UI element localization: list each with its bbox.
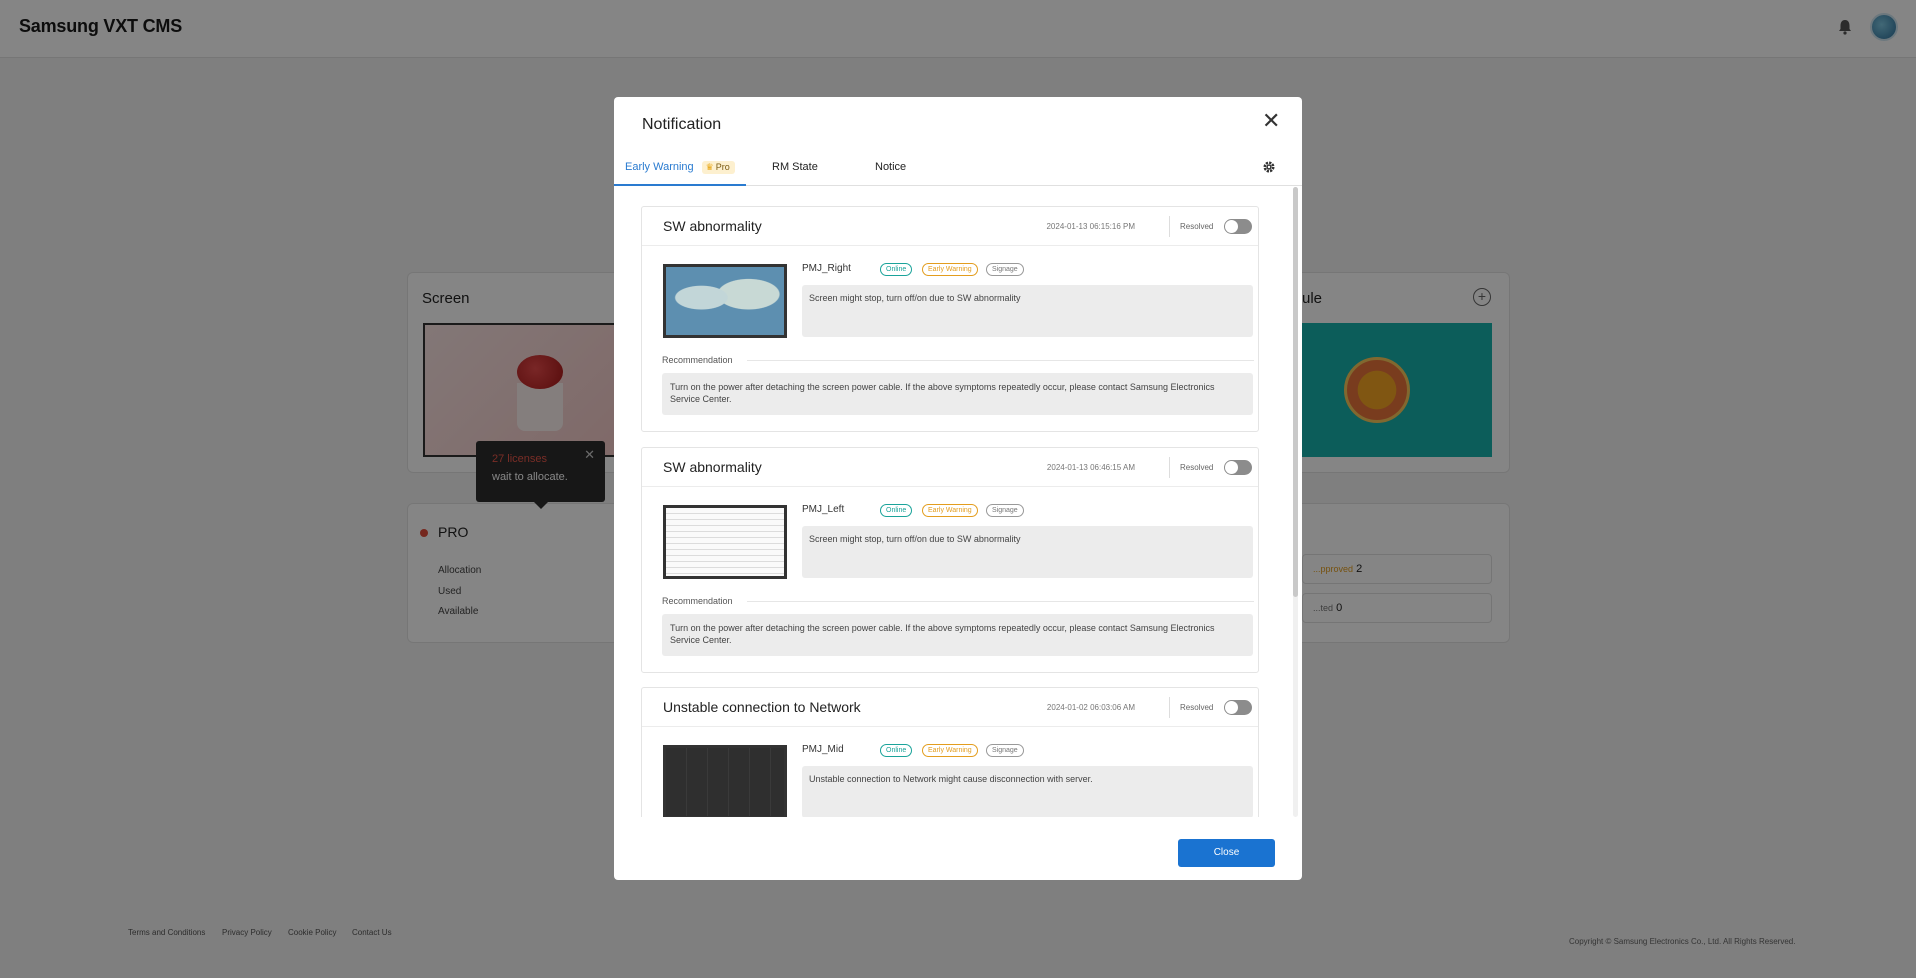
device-name: PMJ_Left [802, 504, 845, 515]
scrollbar[interactable] [1293, 187, 1298, 817]
resolved-label: Resolved [1180, 463, 1214, 472]
resolved-toggle[interactable] [1224, 700, 1252, 715]
warning-title: SW abnormality [663, 459, 762, 475]
toggle-knob [1225, 701, 1238, 714]
resolved-toggle[interactable] [1224, 219, 1252, 234]
warning-list[interactable]: SW abnormality 2024-01-13 06:15:16 PM Re… [641, 206, 1264, 817]
early-warning-tag: Early Warning [922, 504, 978, 517]
warning-card: SW abnormality 2024-01-13 06:46:15 AM Re… [641, 447, 1259, 673]
pro-badge: ♛ Pro [701, 161, 735, 174]
warning-message: Screen might stop, turn off/on due to SW… [802, 526, 1253, 578]
warning-title: SW abnormality [663, 218, 762, 234]
warning-date: 2024-01-02 06:03:06 AM [1046, 703, 1135, 712]
gear-icon[interactable] [1262, 160, 1276, 174]
scrollbar-thumb[interactable] [1293, 187, 1298, 597]
device-screenshot[interactable] [663, 264, 787, 338]
divider [747, 360, 1254, 361]
crown-icon: ♛ [705, 162, 714, 172]
signage-tag: Signage [986, 263, 1024, 276]
notification-tabs: Early Warning ♛ Pro RM State Notice [614, 149, 1302, 186]
device-name: PMJ_Right [802, 263, 851, 274]
device-screenshot[interactable] [663, 745, 787, 817]
divider [1169, 697, 1170, 718]
warning-title: Unstable connection to Network [663, 699, 861, 715]
divider [1169, 457, 1170, 478]
online-tag: Online [880, 744, 913, 757]
warning-card-header: SW abnormality 2024-01-13 06:46:15 AM Re… [642, 448, 1258, 487]
tab-early-warning[interactable]: Early Warning ♛ Pro [625, 161, 735, 174]
modal-title: Notification [642, 116, 722, 133]
resolved-label: Resolved [1180, 222, 1214, 231]
pro-badge-label: Pro [715, 162, 730, 172]
warning-card: Unstable connection to Network 2024-01-0… [641, 687, 1259, 817]
recommendation-text: Turn on the power after detaching the sc… [662, 614, 1253, 656]
tab-early-warning-label: Early Warning [625, 161, 694, 173]
warning-message: Unstable connection to Network might cau… [802, 766, 1253, 817]
notification-modal: Notification ✕ Early Warning ♛ Pro RM Stat… [614, 97, 1302, 880]
recommendation-label: Recommendation [662, 596, 733, 606]
online-tag: Online [880, 504, 913, 517]
recommendation-label: Recommendation [662, 355, 733, 365]
warning-card-header: SW abnormality 2024-01-13 06:15:16 PM Re… [642, 207, 1258, 246]
device-name: PMJ_Mid [802, 744, 844, 755]
divider [747, 601, 1254, 602]
early-warning-tag: Early Warning [922, 744, 978, 757]
warning-card-header: Unstable connection to Network 2024-01-0… [642, 688, 1258, 727]
device-screenshot[interactable] [663, 505, 787, 579]
warning-card: SW abnormality 2024-01-13 06:15:16 PM Re… [641, 206, 1259, 432]
tab-notice[interactable]: Notice [875, 161, 906, 173]
signage-tag: Signage [986, 744, 1024, 757]
resolved-toggle[interactable] [1224, 460, 1252, 475]
toggle-knob [1225, 461, 1238, 474]
active-tab-indicator [614, 184, 746, 186]
close-button[interactable]: Close [1178, 839, 1275, 867]
toggle-knob [1225, 220, 1238, 233]
signage-tag: Signage [986, 504, 1024, 517]
divider [1169, 216, 1170, 237]
resolved-label: Resolved [1180, 703, 1214, 712]
tab-rm-state[interactable]: RM State [772, 161, 818, 173]
warning-date: 2024-01-13 06:46:15 AM [1046, 463, 1135, 472]
close-icon[interactable]: ✕ [1262, 110, 1280, 132]
online-tag: Online [880, 263, 913, 276]
warning-date: 2024-01-13 06:15:16 PM [1046, 222, 1135, 231]
early-warning-tag: Early Warning [922, 263, 978, 276]
recommendation-text: Turn on the power after detaching the sc… [662, 373, 1253, 415]
warning-message: Screen might stop, turn off/on due to SW… [802, 285, 1253, 337]
